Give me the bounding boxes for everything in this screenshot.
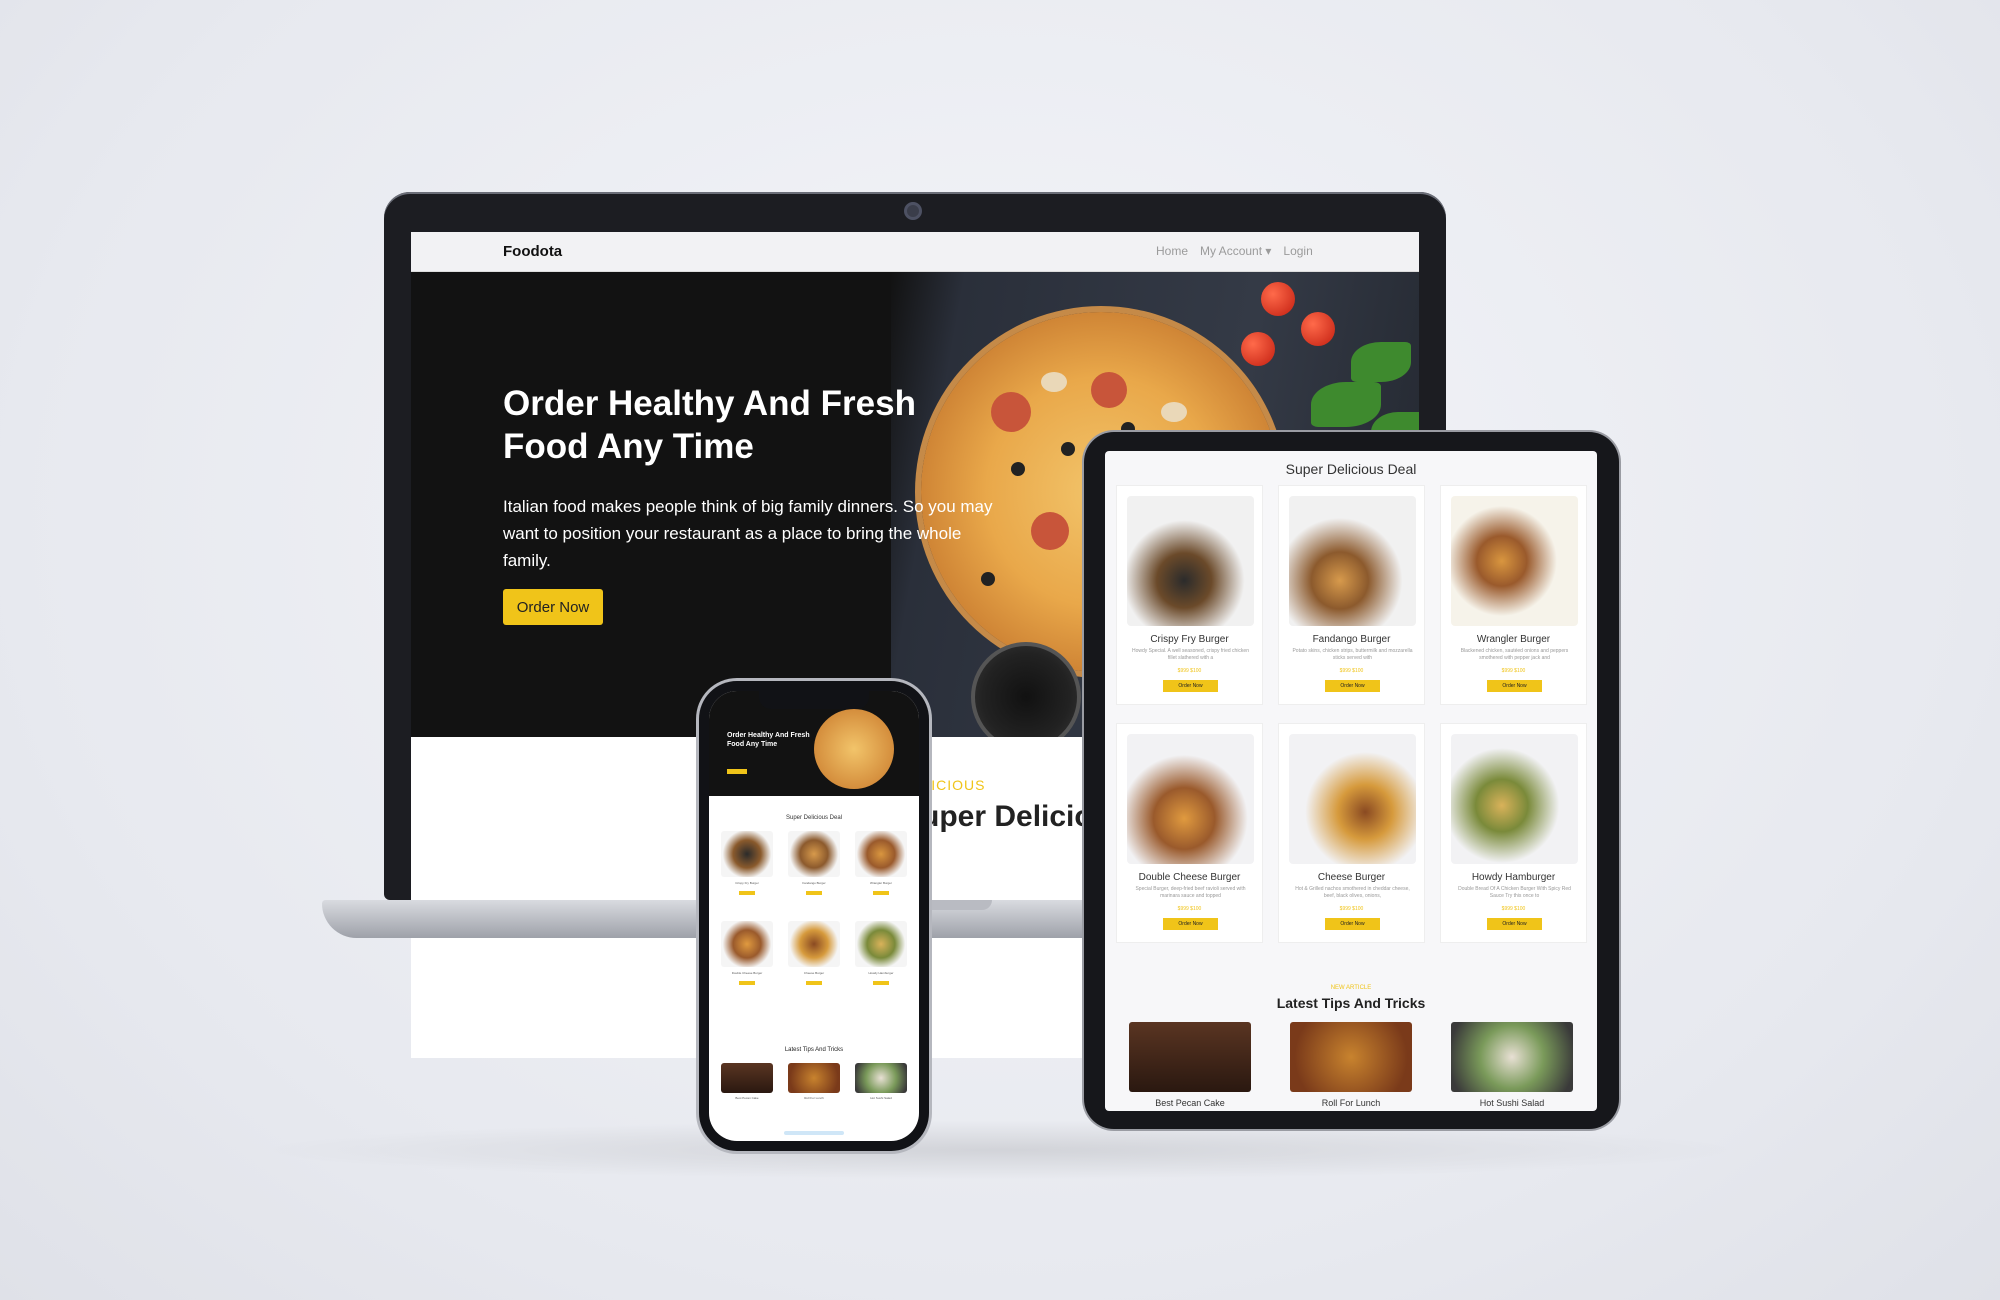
floor-shadow: [250, 1120, 1750, 1180]
food-image[interactable]: [721, 921, 773, 967]
order-now-button[interactable]: Order Now: [1163, 680, 1218, 692]
nav-home[interactable]: Home: [1156, 244, 1188, 258]
menu-card[interactable]: Howdy Hamburger Double Bread Of A Chicke…: [1440, 723, 1587, 943]
blog-name[interactable]: Roll For Lunch: [1290, 1098, 1412, 1108]
blog-image[interactable]: [721, 1063, 773, 1093]
menu-card[interactable]: Fandango Burger Potato skins, chicken st…: [1278, 485, 1425, 705]
menu-card[interactable]: Double Cheese Burger Special Burger, dee…: [1116, 723, 1263, 943]
pizza-image: [814, 709, 894, 789]
order-now-button[interactable]: Order Now: [1487, 680, 1542, 692]
phone-mockup: Order Healthy And Fresh Food Any Time Su…: [699, 681, 929, 1151]
food-image: [1127, 496, 1254, 626]
phone-notch: [759, 691, 869, 709]
order-now-button[interactable]: [806, 981, 822, 985]
order-now-button[interactable]: [873, 981, 889, 985]
food-image[interactable]: [855, 921, 907, 967]
blog-image[interactable]: [788, 1063, 840, 1093]
food-image[interactable]: [721, 831, 773, 877]
navbar: Foodota Home My Account ▾ Login: [411, 232, 1419, 272]
home-indicator[interactable]: [784, 1131, 844, 1135]
food-image[interactable]: [788, 921, 840, 967]
order-now-button[interactable]: Order Now: [503, 589, 603, 625]
menu-card[interactable]: Wrangler Burger Blackened chicken, sauté…: [1440, 485, 1587, 705]
order-now-button[interactable]: Order Now: [1325, 918, 1380, 930]
blog-title: Latest Tips And Tricks: [1276, 995, 1426, 1011]
food-image: [1451, 496, 1578, 626]
menu-card[interactable]: Cheese Burger Hot & Grilled nachos smoth…: [1278, 723, 1425, 943]
brand-logo[interactable]: Foodota: [503, 243, 562, 260]
blog-name[interactable]: Hot Sushi Salad: [1451, 1098, 1573, 1108]
blog-image[interactable]: [855, 1063, 907, 1093]
order-now-button[interactable]: [739, 981, 755, 985]
hero-title: Order Healthy And Fresh Food Any Time: [503, 384, 916, 466]
order-now-button[interactable]: Order Now: [1487, 918, 1542, 930]
hero-description: Italian food makes people think of big f…: [503, 497, 993, 570]
tablet-section-title: Super Delicious Deal: [1285, 461, 1417, 477]
nav-links: Home My Account ▾ Login: [1156, 244, 1313, 258]
order-now-button[interactable]: [873, 891, 889, 895]
food-image[interactable]: [855, 831, 907, 877]
order-now-button[interactable]: Order Now: [1163, 918, 1218, 930]
order-now-button[interactable]: [727, 769, 747, 774]
order-now-button[interactable]: [806, 891, 822, 895]
nav-login[interactable]: Login: [1283, 244, 1312, 258]
order-now-button[interactable]: Order Now: [1325, 680, 1380, 692]
food-image: [1289, 496, 1416, 626]
food-image: [1289, 734, 1416, 864]
blog-subtitle: NEW ARTICLE: [1330, 985, 1372, 991]
menu-card[interactable]: Crispy Fry Burger Howdy Special. A well …: [1116, 485, 1263, 705]
food-image: [1127, 734, 1254, 864]
food-image: [1451, 734, 1578, 864]
nav-my-account[interactable]: My Account ▾: [1200, 244, 1271, 258]
phone-screen: Order Healthy And Fresh Food Any Time Su…: [709, 691, 919, 1141]
blog-image[interactable]: [1129, 1022, 1251, 1092]
blog-image[interactable]: [1451, 1022, 1573, 1092]
order-now-button[interactable]: [739, 891, 755, 895]
food-image[interactable]: [788, 831, 840, 877]
tablet-screen: Super Delicious Deal Crispy Fry Burger H…: [1105, 451, 1597, 1111]
blog-image[interactable]: [1290, 1022, 1412, 1092]
blog-name[interactable]: Best Pecan Cake: [1129, 1098, 1251, 1108]
tablet-mockup: Super Delicious Deal Crispy Fry Burger H…: [1084, 432, 1619, 1129]
camera-icon: [904, 202, 922, 220]
